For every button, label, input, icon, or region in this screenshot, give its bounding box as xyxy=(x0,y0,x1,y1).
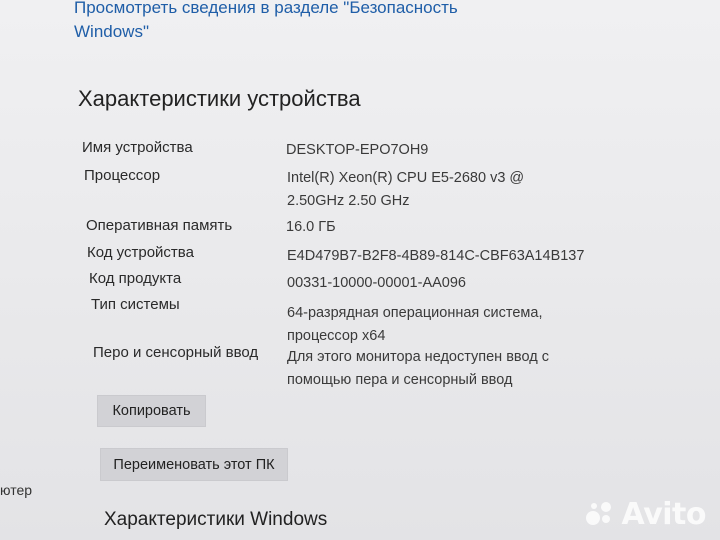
avito-watermark: Avito xyxy=(585,497,707,532)
avito-watermark-text: Avito xyxy=(621,497,707,532)
ram-label: Оперативная память xyxy=(86,217,233,234)
device-specs-title: Характеристики устройства xyxy=(78,86,361,111)
product-id-label: Код продукта xyxy=(89,270,182,287)
windows-specs-title: Характеристики Windows xyxy=(104,509,328,530)
settings-about-page: Просмотреть сведения в разделе "Безопасн… xyxy=(0,0,720,540)
product-id-value: 00331-10000-00001-AA096 xyxy=(287,275,466,291)
processor-value: Intel(R) Xeon(R) CPU E5-2680 v3 @ 2.50GH… xyxy=(287,170,525,209)
device-name-value: DESKTOP-EPO7OH9 xyxy=(286,142,429,158)
ram-value: 16.0 ГБ xyxy=(286,219,336,235)
pen-touch-label: Перо и сенсорный ввод xyxy=(93,344,259,361)
rename-pc-button[interactable]: Переименовать этот ПК xyxy=(100,448,288,481)
windows-security-link[interactable]: Просмотреть сведения в разделе "Безопасн… xyxy=(74,0,494,44)
device-name-label: Имя устройства xyxy=(82,139,193,156)
device-id-value: E4D479B7-B2F8-4B89-814C-CBF63A14B137 xyxy=(287,248,585,264)
avito-logo-icon xyxy=(585,501,616,528)
system-type-label: Тип системы xyxy=(91,296,180,313)
system-type-value: 64-разрядная операционная система, проце… xyxy=(287,305,543,344)
device-id-label: Код устройства xyxy=(87,244,194,261)
processor-label: Процессор xyxy=(84,167,161,184)
pen-touch-value: Для этого монитора недоступен ввод с пом… xyxy=(287,349,549,388)
sidebar-item-fragment[interactable]: ютер xyxy=(0,482,32,498)
copy-button[interactable]: Копировать xyxy=(97,395,206,427)
